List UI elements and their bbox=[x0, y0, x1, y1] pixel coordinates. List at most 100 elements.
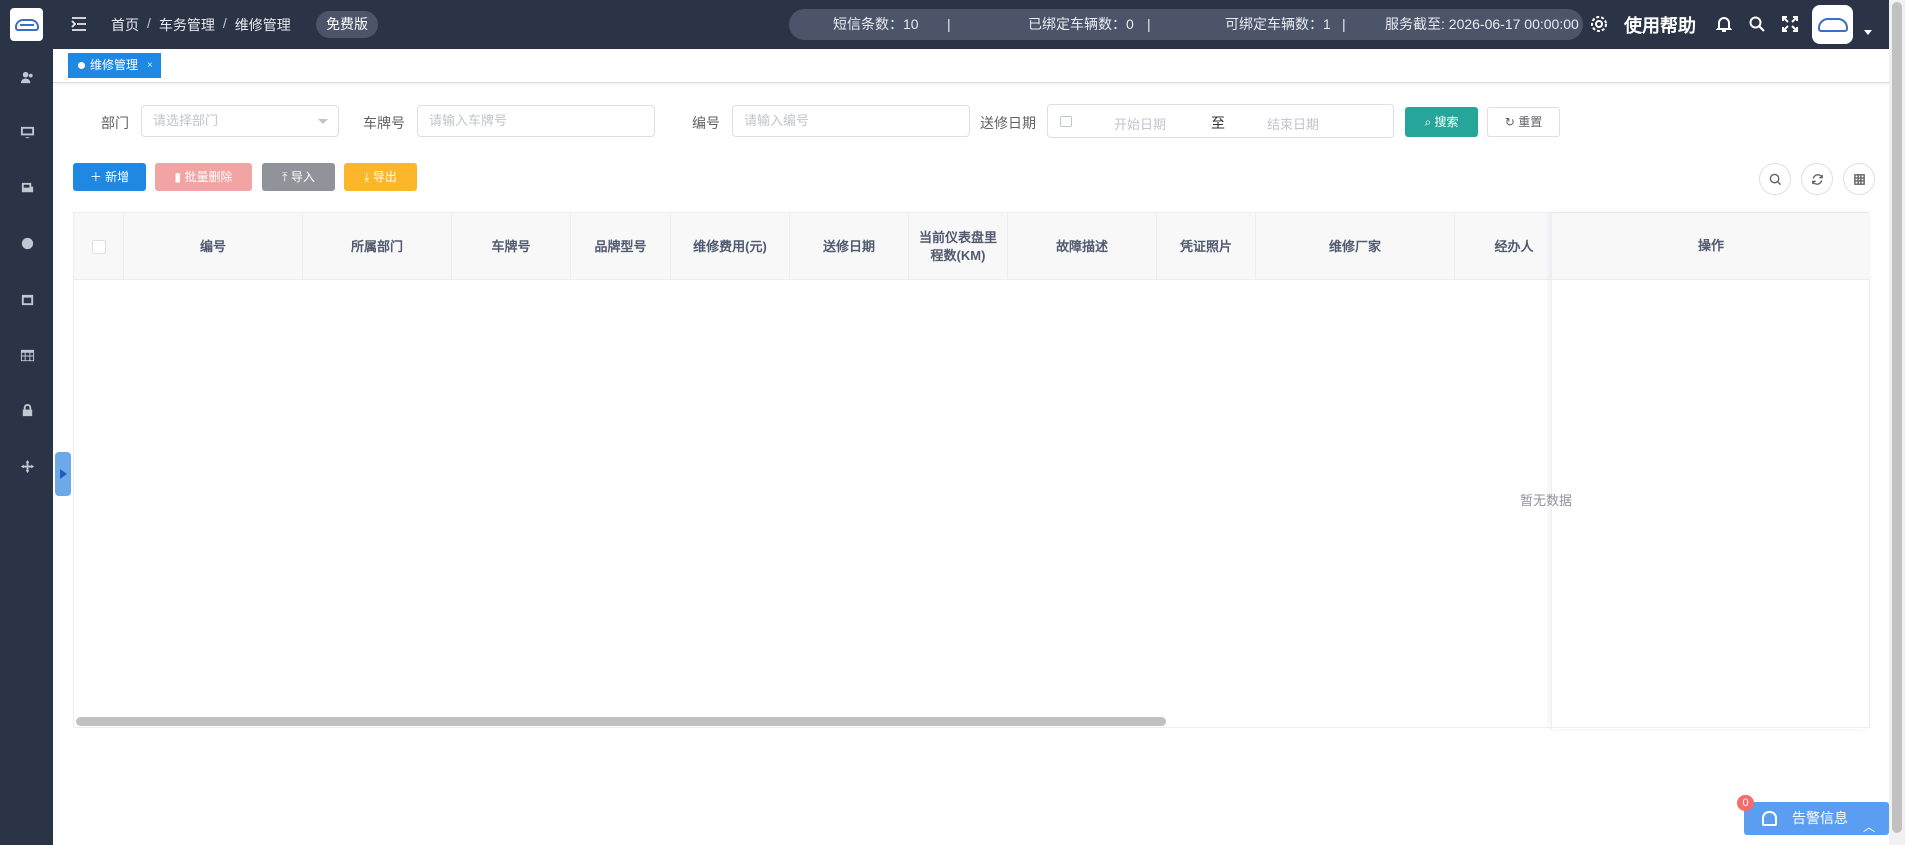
tab-label: 维修管理 bbox=[90, 58, 139, 72]
column-header[interactable]: 凭证照片 bbox=[1157, 213, 1256, 280]
service-expiry: 服务截至: 2026-06-17 00:00:00 bbox=[1385, 16, 1579, 32]
refresh-icon bbox=[1811, 173, 1823, 185]
start-date-input[interactable]: 开始日期 bbox=[1114, 114, 1166, 133]
breadcrumb-vehicle-affairs[interactable]: 车务管理 bbox=[159, 15, 215, 35]
column-header[interactable]: 所属部门 bbox=[303, 213, 452, 280]
alarm-bell-icon bbox=[1762, 811, 1777, 826]
horizontal-scrollbar[interactable] bbox=[76, 717, 1166, 726]
batch-delete-label: 批量删除 bbox=[184, 170, 233, 184]
calendar-icon bbox=[1060, 116, 1072, 127]
status-bar: 短信条数：10 | 已绑定车辆数：0 | 可绑定车辆数：1 | 服务截至: 20… bbox=[789, 9, 1583, 40]
edition-badge: 免费版 bbox=[316, 11, 378, 38]
fullscreen-icon[interactable] bbox=[1780, 14, 1800, 34]
settings-icon[interactable] bbox=[1589, 14, 1609, 34]
columns-button[interactable] bbox=[1843, 163, 1875, 195]
sidebar bbox=[0, 0, 53, 845]
tab-repair-management[interactable]: 维修管理 × bbox=[68, 53, 161, 78]
breadcrumb-separator: / bbox=[222, 15, 227, 31]
breadcrumb-current: 维修管理 bbox=[234, 17, 291, 33]
sms-count: 短信条数：10 bbox=[833, 16, 919, 32]
move-icon[interactable] bbox=[17, 456, 37, 476]
batch-delete-button[interactable]: ▮ 批量删除 bbox=[155, 163, 252, 191]
date-range-picker[interactable]: 开始日期 至 结束日期 bbox=[1047, 104, 1394, 138]
export-label: 导出 bbox=[372, 170, 397, 184]
alarm-panel-button[interactable]: 告警信息 ︿ bbox=[1744, 802, 1889, 835]
add-button[interactable]: ＋ 新增 bbox=[73, 163, 146, 191]
column-header[interactable]: 编号 bbox=[124, 213, 303, 280]
bound-vehicles: 已绑定车辆数：0 bbox=[1028, 16, 1134, 32]
code-placeholder: 请输入编号 bbox=[744, 113, 810, 128]
app-logo[interactable] bbox=[10, 8, 43, 41]
refresh-button[interactable] bbox=[1801, 163, 1833, 195]
bindable-vehicles: 可绑定车辆数：1 bbox=[1225, 16, 1331, 32]
plate-label: 车牌号 bbox=[363, 115, 405, 131]
active-dot-icon bbox=[78, 62, 85, 69]
import-label: 导入 bbox=[290, 170, 315, 184]
calendar-icon[interactable] bbox=[17, 289, 37, 309]
status-separator: | bbox=[1147, 16, 1151, 32]
breadcrumb-separator: / bbox=[147, 15, 151, 31]
export-button[interactable]: ⤓ 导出 bbox=[344, 163, 417, 191]
code-input[interactable]: 请输入编号 bbox=[732, 105, 970, 137]
search-icon bbox=[1769, 173, 1781, 185]
search-button[interactable]: ⌕ 搜索 bbox=[1405, 107, 1478, 137]
menu-toggle-icon[interactable] bbox=[70, 15, 88, 33]
user-avatar[interactable] bbox=[1812, 5, 1853, 44]
refresh-icon: ↻ bbox=[1504, 115, 1519, 129]
trash-icon: ▮ bbox=[174, 170, 185, 184]
fixed-actions-column: 操作 bbox=[1551, 213, 1870, 729]
reset-button-label: 重置 bbox=[1518, 115, 1543, 129]
breadcrumb-home[interactable]: 首页 bbox=[111, 15, 139, 35]
column-header[interactable]: 品牌型号 bbox=[571, 213, 671, 280]
select-all-cell bbox=[74, 213, 124, 280]
plus-icon: ＋ bbox=[89, 170, 106, 184]
close-icon[interactable]: × bbox=[147, 53, 153, 78]
column-header[interactable]: 车牌号 bbox=[452, 213, 571, 280]
dept-label: 部门 bbox=[101, 115, 129, 131]
plate-input[interactable]: 请输入车牌号 bbox=[417, 105, 655, 137]
tags-view: 维修管理 × bbox=[53, 49, 1889, 83]
reset-button[interactable]: ↻ 重置 bbox=[1487, 107, 1560, 137]
code-label: 编号 bbox=[692, 115, 720, 131]
column-header-actions: 操作 bbox=[1552, 213, 1870, 280]
empty-state: 暂无数据 bbox=[1520, 493, 1573, 508]
grid-icon bbox=[1853, 173, 1865, 185]
add-button-label: 新增 bbox=[105, 170, 130, 184]
users-icon[interactable] bbox=[17, 67, 37, 87]
page-scrollbar[interactable] bbox=[1889, 0, 1905, 845]
dept-select[interactable]: 请选择部门 bbox=[141, 105, 339, 137]
top-header: 首页 / 车务管理 / 维修管理 免费版 短信条数：10 | 已绑定车辆数：0 … bbox=[53, 0, 1905, 49]
alarm-count-badge: 0 bbox=[1737, 795, 1754, 811]
lock-icon[interactable] bbox=[17, 400, 37, 420]
chevron-up-icon: ︿ bbox=[1862, 820, 1875, 834]
select-all-checkbox[interactable] bbox=[91, 239, 106, 254]
breadcrumb: 首页 / 车务管理 / 维修管理 bbox=[111, 15, 291, 35]
vehicle-icon[interactable] bbox=[17, 178, 37, 198]
search-button-label: 搜索 bbox=[1434, 115, 1459, 129]
import-button[interactable]: ⤒ 导入 bbox=[262, 163, 335, 191]
monitor-icon[interactable] bbox=[17, 122, 37, 142]
expand-panel-button[interactable] bbox=[55, 452, 71, 496]
end-date-input[interactable]: 结束日期 bbox=[1267, 114, 1319, 133]
search-icon[interactable] bbox=[1747, 14, 1767, 34]
search-icon: ⌕ bbox=[1424, 115, 1435, 129]
repair-table: 编号 所属部门 车牌号 品牌型号 维修费用(元) 送修日期 当前仪表盘里程数(K… bbox=[73, 212, 1870, 729]
column-header[interactable]: 当前仪表盘里程数(KM) bbox=[909, 213, 1008, 280]
column-header[interactable]: 维修厂家 bbox=[1256, 213, 1455, 280]
toggle-search-button[interactable] bbox=[1759, 163, 1791, 195]
globe-icon[interactable] bbox=[17, 233, 37, 253]
column-header[interactable]: 故障描述 bbox=[1008, 213, 1157, 280]
range-separator: 至 bbox=[1211, 115, 1225, 131]
help-link[interactable]: 使用帮助 bbox=[1624, 12, 1696, 38]
plate-placeholder: 请输入车牌号 bbox=[429, 113, 508, 128]
table-icon[interactable] bbox=[17, 345, 37, 365]
caret-down-icon[interactable] bbox=[1864, 30, 1872, 35]
status-separator: | bbox=[947, 16, 951, 32]
column-header[interactable]: 维修费用(元) bbox=[671, 213, 790, 280]
bell-icon[interactable] bbox=[1714, 14, 1734, 34]
dept-placeholder: 请选择部门 bbox=[153, 113, 219, 128]
column-header[interactable]: 送修日期 bbox=[790, 213, 909, 280]
download-icon: ⤓ bbox=[364, 170, 373, 184]
chevron-down-icon bbox=[318, 119, 328, 124]
alarm-label: 告警信息 bbox=[1792, 810, 1848, 826]
